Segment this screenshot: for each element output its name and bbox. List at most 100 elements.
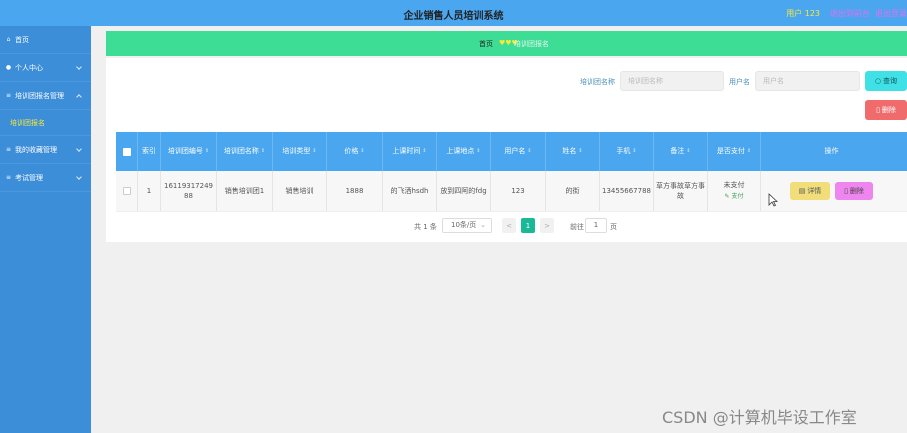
cell-type: 销售培训 xyxy=(273,171,327,211)
row-checkbox[interactable] xyxy=(122,187,131,195)
sort-icon[interactable]: ⇕ xyxy=(312,147,316,156)
cell-realname: 的街 xyxy=(546,171,600,211)
table-row[interactable]: 1 1611931724988 销售培训团1 销售培训 1888 的飞洒hsdh… xyxy=(116,171,907,212)
select-all-cell[interactable] xyxy=(116,132,138,171)
batch-delete-button[interactable]: ▯ 删除 xyxy=(865,100,907,120)
trash-icon: ▯ xyxy=(844,187,848,195)
chevron-down-icon xyxy=(76,146,82,152)
chevron-down-icon: ⌄ xyxy=(480,221,486,229)
document-icon: ▤ xyxy=(798,187,806,195)
column-header[interactable]: 培训团名称 ⇕ xyxy=(217,132,273,171)
cell-index: 1 xyxy=(138,171,161,211)
sidebar: ⌂ 首页 ● 个人中心 ≡ 培训团报名管理 培训团报名 ≡ 我的收藏管理 ≡ 考… xyxy=(0,26,91,433)
column-header[interactable]: 价格 ⇕ xyxy=(327,132,383,171)
select-all-checkbox[interactable] xyxy=(122,147,131,156)
watermark: CSDN @计算机毕设工作室 xyxy=(662,408,857,427)
sidebar-item-label: 考试管理 xyxy=(15,173,43,182)
logout-link[interactable]: 退出登录 xyxy=(875,8,907,19)
user-icon: ● xyxy=(5,64,12,71)
sort-icon[interactable]: ⇕ xyxy=(527,147,531,156)
next-page-button[interactable]: > xyxy=(540,218,554,233)
training-name-input[interactable]: 培训团名称 xyxy=(620,71,724,91)
total-count: 共 1 条 xyxy=(414,223,437,231)
pagination: 共 1 条 10条/页 ⌄ < 1 > 前往 1 页 xyxy=(106,218,907,234)
cell-username: 123 xyxy=(491,171,546,211)
row-select-cell[interactable] xyxy=(116,171,138,211)
sidebar-item-exam-manage[interactable]: ≡ 考试管理 xyxy=(0,164,91,192)
sort-icon[interactable]: ⇕ xyxy=(747,147,751,156)
sidebar-item-label: 个人中心 xyxy=(15,63,43,72)
prev-page-button[interactable]: < xyxy=(502,218,516,233)
detail-button[interactable]: ▤ 详情 xyxy=(790,182,830,200)
app-title: 企业销售人员培训系统 xyxy=(403,11,504,22)
sidebar-subitem-training-signup[interactable]: 培训团报名 xyxy=(0,110,91,136)
username-label: 用户名 xyxy=(729,78,750,86)
sidebar-item-label: 培训团报名 xyxy=(10,118,45,127)
sidebar-item-profile[interactable]: ● 个人中心 xyxy=(0,54,91,82)
table-header: 索引 培训团编号 ⇕ 培训团名称 ⇕ 培训类型 ⇕ 价格 ⇕ 上课时间 ⇕ 上课地点 ⇕ 用… xyxy=(116,132,907,171)
sidebar-item-home[interactable]: ⌂ 首页 xyxy=(0,26,91,54)
list-icon: ≡ xyxy=(5,92,12,99)
column-header[interactable]: 用户名 ⇕ xyxy=(491,132,546,171)
search-icon: ○ xyxy=(874,77,882,85)
back-to-frontend-link[interactable]: 退出到前台 xyxy=(830,8,870,19)
cell-remark: 草方事故草方事故 xyxy=(654,171,708,211)
column-header[interactable]: 培训类型 ⇕ xyxy=(273,132,327,171)
current-user: 用户 123 xyxy=(786,9,820,18)
column-header[interactable]: 是否支付 ⇕ xyxy=(708,132,761,171)
column-header[interactable]: 上课地点 ⇕ xyxy=(437,132,491,171)
sidebar-item-label: 首页 xyxy=(15,35,29,44)
sort-icon[interactable]: ⇕ xyxy=(205,147,209,156)
pay-link[interactable]: ✎ 支付 xyxy=(725,192,744,202)
column-header[interactable]: 手机 ⇕ xyxy=(600,132,654,171)
page-suffix: 页 xyxy=(610,223,617,231)
page-size-select[interactable]: 10条/页 ⌄ xyxy=(442,218,492,233)
sidebar-item-training-signup-manage[interactable]: ≡ 培训团报名管理 xyxy=(0,82,91,110)
cell-phone: 13455667788 xyxy=(600,171,654,211)
row-delete-button[interactable]: ▯ 删除 xyxy=(835,182,873,200)
cell-name: 销售培训团1 xyxy=(217,171,273,211)
sort-icon[interactable]: ⇕ xyxy=(476,147,480,156)
sidebar-item-label: 我的收藏管理 xyxy=(15,145,57,154)
sort-icon[interactable]: ⇕ xyxy=(261,147,265,156)
cell-actions: ▤ 详情 ▯ 删除 xyxy=(761,171,902,211)
home-icon: ⌂ xyxy=(6,36,11,43)
cell-paid: 未支付 ✎ 支付 xyxy=(708,171,761,211)
cell-place: 放到四阿的fdg xyxy=(437,171,491,211)
chevron-up-icon xyxy=(76,94,82,100)
goto-page-input[interactable]: 1 xyxy=(585,218,607,233)
breadcrumb-current: 培训团报名 xyxy=(514,40,549,48)
column-header[interactable]: 姓名 ⇕ xyxy=(546,132,600,171)
cell-code: 1611931724988 xyxy=(161,171,217,211)
username-input[interactable]: 用户名 xyxy=(755,71,860,91)
sidebar-item-label: 培训团报名管理 xyxy=(15,91,64,100)
trash-icon: ▯ xyxy=(876,106,880,114)
sort-icon[interactable]: ⇕ xyxy=(632,147,636,156)
chevron-down-icon xyxy=(76,174,82,180)
column-header[interactable]: 培训团编号 ⇕ xyxy=(161,132,217,171)
sidebar-item-favorites-manage[interactable]: ≡ 我的收藏管理 xyxy=(0,136,91,164)
breadcrumb: 首页 ♥♥♥ 培训团报名 xyxy=(106,31,907,56)
main-panel: 培训团名称 培训团名称 用户名 用户名 ○ 查询 ▯ 删除 索引 培训团编号 ⇕ … xyxy=(106,58,907,242)
search-button[interactable]: ○ 查询 xyxy=(865,71,907,91)
column-header[interactable]: 备注 ⇕ xyxy=(654,132,708,171)
cell-time: 的飞洒hsdh xyxy=(383,171,437,211)
goto-label: 前往 xyxy=(570,223,584,231)
chevron-down-icon xyxy=(76,64,82,70)
search-button-label: 查询 xyxy=(883,77,898,85)
page-number-current[interactable]: 1 xyxy=(521,218,535,233)
top-header: 企业销售人员培训系统 用户 123 退出到前台 退出登录 xyxy=(0,0,907,26)
mouse-cursor-icon xyxy=(768,193,778,207)
column-header: 操作 xyxy=(824,147,839,155)
data-table: 索引 培训团编号 ⇕ 培训团名称 ⇕ 培训类型 ⇕ 价格 ⇕ 上课时间 ⇕ 上课地点 ⇕ 用… xyxy=(116,132,907,212)
sort-icon[interactable]: ⇕ xyxy=(422,147,426,156)
sort-icon[interactable]: ⇕ xyxy=(578,147,582,156)
column-header[interactable]: 上课时间 ⇕ xyxy=(383,132,437,171)
list-icon: ≡ xyxy=(5,146,12,153)
paid-status: 未支付 xyxy=(723,181,745,189)
sort-icon[interactable]: ⇕ xyxy=(360,147,364,156)
sort-icon[interactable]: ⇕ xyxy=(686,147,690,156)
breadcrumb-home[interactable]: 首页 xyxy=(479,39,493,49)
delete-button-label: 删除 xyxy=(881,106,896,114)
cell-price: 1888 xyxy=(327,171,383,211)
